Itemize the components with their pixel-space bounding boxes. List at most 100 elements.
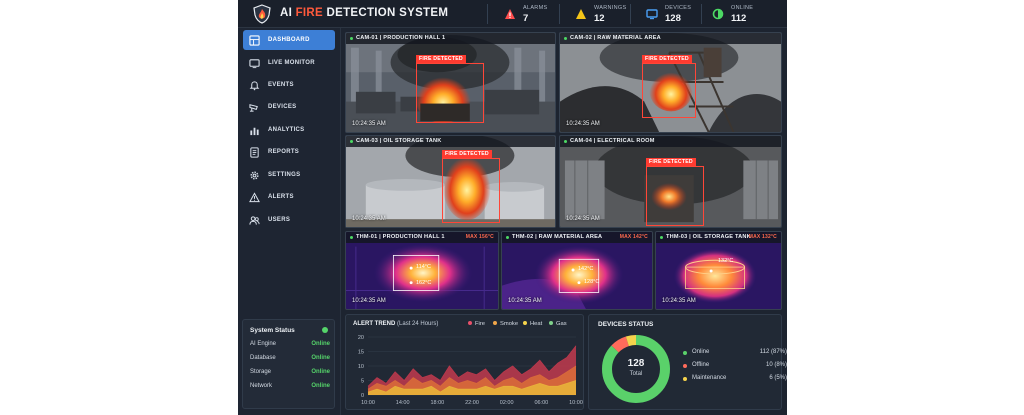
status-value: Online bbox=[311, 355, 330, 361]
status-row-database: Database Online bbox=[250, 355, 330, 365]
camera-timestamp: 10:24:35 AM bbox=[566, 121, 600, 127]
status-row-network: Network Online bbox=[250, 383, 330, 393]
sidebar-item-reports[interactable]: REPORTS bbox=[243, 142, 335, 162]
system-status-title: System Status bbox=[250, 327, 295, 334]
status-value: Online bbox=[311, 369, 330, 375]
alert-trend-panel: ALERT TREND (Last 24 Hours) Fire Smoke H… bbox=[345, 314, 584, 410]
status-row-storage: Storage Online bbox=[250, 369, 330, 379]
devices-label: DEVICES bbox=[665, 5, 692, 11]
sidebar-item-analytics[interactable]: ANALYTICS bbox=[243, 120, 335, 140]
thermal-tile-thm-01[interactable]: THM-01 | PRODUCTION HALL 1 MAX 156°C 114°… bbox=[345, 231, 499, 310]
monitor-icon bbox=[646, 9, 658, 20]
thermal-max-temp: MAX 156°C bbox=[465, 234, 494, 240]
fire-detected-tag: FIRE DETECTED bbox=[416, 55, 466, 63]
alarms-value: 7 bbox=[523, 13, 529, 24]
gear-icon bbox=[250, 170, 259, 180]
sidebar-item-alerts[interactable]: ALERTS bbox=[243, 187, 335, 207]
y-tick-label: 10 bbox=[358, 364, 364, 370]
temperature-reading: 142°C bbox=[578, 266, 594, 272]
thermal-label: THM-03 | OIL STORAGE TANK MAX 132°C bbox=[656, 232, 781, 243]
sidebar-item-devices[interactable]: DEVICES bbox=[243, 97, 335, 117]
devices-value: 128 bbox=[665, 13, 681, 24]
camera-tile-cam-02[interactable]: CAM-02 | RAW MATERIAL AREA FIRE DETECTED… bbox=[559, 32, 782, 133]
status-name: AI Engine bbox=[250, 341, 277, 347]
thermal-max-temp: MAX 132°C bbox=[748, 234, 777, 240]
header-divider bbox=[487, 4, 488, 24]
camera-label: CAM-03 | OIL STORAGE TANK bbox=[346, 136, 555, 147]
camera-tile-cam-03[interactable]: CAM-03 | OIL STORAGE TANK FIRE DETECTED … bbox=[345, 135, 556, 228]
sidebar-item-label: REPORTS bbox=[268, 149, 300, 155]
fire-detection-box bbox=[642, 63, 696, 118]
alarms-label: ALARMS bbox=[523, 5, 548, 11]
status-name: Storage bbox=[250, 369, 272, 375]
app-title: AI FIRE DETECTION SYSTEM bbox=[280, 7, 449, 19]
y-tick-label: 15 bbox=[358, 350, 364, 356]
system-status-indicator bbox=[322, 327, 328, 333]
device-row-online: Online 112 (87%) bbox=[683, 349, 787, 359]
shield-flame-logo-icon bbox=[253, 4, 271, 24]
alert-trend-chart: 0 5 10 15 20 10:00 14:00 18:00 22:00 02:00 06:00 10… bbox=[358, 335, 583, 406]
temperature-reading: 132°C bbox=[718, 258, 734, 264]
bell-icon bbox=[249, 80, 260, 90]
alert-icon bbox=[249, 191, 260, 202]
fire-detection-box bbox=[442, 158, 500, 223]
camera-tile-cam-01[interactable]: CAM-01 | PRODUCTION HALL 1 FIRE DETECTED… bbox=[345, 32, 556, 133]
online-value: 112 bbox=[731, 13, 747, 24]
x-tick-label: 02:00 bbox=[500, 400, 514, 406]
header-divider bbox=[630, 4, 631, 24]
devices-total-label: Total bbox=[629, 371, 643, 377]
fire-detected-tag: FIRE DETECTED bbox=[646, 158, 696, 166]
warnings-stat[interactable]: WARNINGS 12 bbox=[575, 3, 635, 25]
sidebar-item-label: DASHBOARD bbox=[268, 37, 310, 43]
status-name: Database bbox=[250, 355, 276, 361]
camera-label: CAM-02 | RAW MATERIAL AREA bbox=[560, 33, 781, 44]
camera-icon bbox=[249, 103, 258, 112]
online-label: ONLINE bbox=[731, 5, 754, 11]
status-value: Online bbox=[311, 383, 330, 389]
fire-detection-dashboard: AI FIRE DETECTION SYSTEM ALARMS 7 WARNIN… bbox=[238, 0, 787, 415]
thermal-tile-thm-03[interactable]: THM-03 | OIL STORAGE TANK MAX 132°C 132°C… bbox=[655, 231, 782, 310]
sidebar-item-live-monitor[interactable]: LIVE MONITOR bbox=[243, 53, 335, 73]
y-tick-label: 20 bbox=[358, 335, 364, 341]
device-row-maintenance: Maintenance 6 (5%) bbox=[683, 375, 787, 385]
camera-timestamp: 10:24:35 AM bbox=[352, 121, 386, 127]
camera-timestamp: 10:24:35 AM bbox=[566, 216, 600, 222]
fire-detected-tag: FIRE DETECTED bbox=[442, 150, 492, 158]
y-tick-label: 0 bbox=[361, 393, 364, 399]
warnings-label: WARNINGS bbox=[594, 5, 627, 11]
sidebar-item-dashboard[interactable]: DASHBOARD bbox=[243, 30, 335, 50]
thermal-label: THM-01 | PRODUCTION HALL 1 MAX 156°C bbox=[346, 232, 498, 243]
sidebar-item-label: LIVE MONITOR bbox=[268, 60, 315, 66]
thermal-timestamp: 10:24:35 AM bbox=[508, 298, 542, 304]
status-name: Network bbox=[250, 383, 273, 389]
camera-tile-cam-04[interactable]: CAM-04 | ELECTRICAL ROOM FIRE DETECTED 1… bbox=[559, 135, 782, 228]
camera-label: CAM-04 | ELECTRICAL ROOM bbox=[560, 136, 781, 147]
warnings-value: 12 bbox=[594, 13, 605, 24]
x-tick-label: 22:00 bbox=[465, 400, 479, 406]
devices-stat[interactable]: DEVICES 128 bbox=[646, 3, 706, 25]
sidebar-item-users[interactable]: USERS bbox=[243, 210, 335, 230]
online-stat[interactable]: ONLINE 112 bbox=[712, 3, 772, 25]
bar-chart-icon bbox=[250, 127, 259, 135]
y-tick-label: 5 bbox=[361, 379, 364, 385]
warning-triangle-icon bbox=[576, 9, 586, 19]
alarms-stat[interactable]: ALARMS 7 bbox=[504, 3, 564, 25]
camera-timestamp: 10:24:35 AM bbox=[352, 216, 386, 222]
fire-detection-box bbox=[646, 166, 704, 226]
thermal-max-temp: MAX 142°C bbox=[619, 234, 648, 240]
devices-status-panel: DEVICES STATUS 128 Total Online 112 (87%)… bbox=[588, 314, 787, 410]
x-tick-label: 10:00 bbox=[361, 400, 375, 406]
header-divider bbox=[701, 4, 702, 24]
alert-triangle-icon bbox=[505, 9, 515, 19]
sidebar-item-label: SETTINGS bbox=[268, 172, 301, 178]
temperature-reading: 162°C bbox=[416, 280, 432, 286]
sidebar-item-events[interactable]: EVENTS bbox=[243, 75, 335, 95]
system-status-panel: System Status AI Engine Online Database On… bbox=[242, 319, 335, 409]
top-header: AI FIRE DETECTION SYSTEM ALARMS 7 WARNIN… bbox=[238, 0, 787, 28]
temperature-reading: 114°C bbox=[416, 264, 431, 270]
thermal-tile-thm-02[interactable]: THM-02 | RAW MATERIAL AREA MAX 142°C 142°… bbox=[501, 231, 653, 310]
monitor-icon bbox=[249, 58, 260, 68]
sidebar-item-settings[interactable]: SETTINGS bbox=[243, 165, 335, 185]
x-tick-label: 10:00 bbox=[569, 400, 583, 406]
sidebar-item-label: EVENTS bbox=[268, 82, 294, 88]
